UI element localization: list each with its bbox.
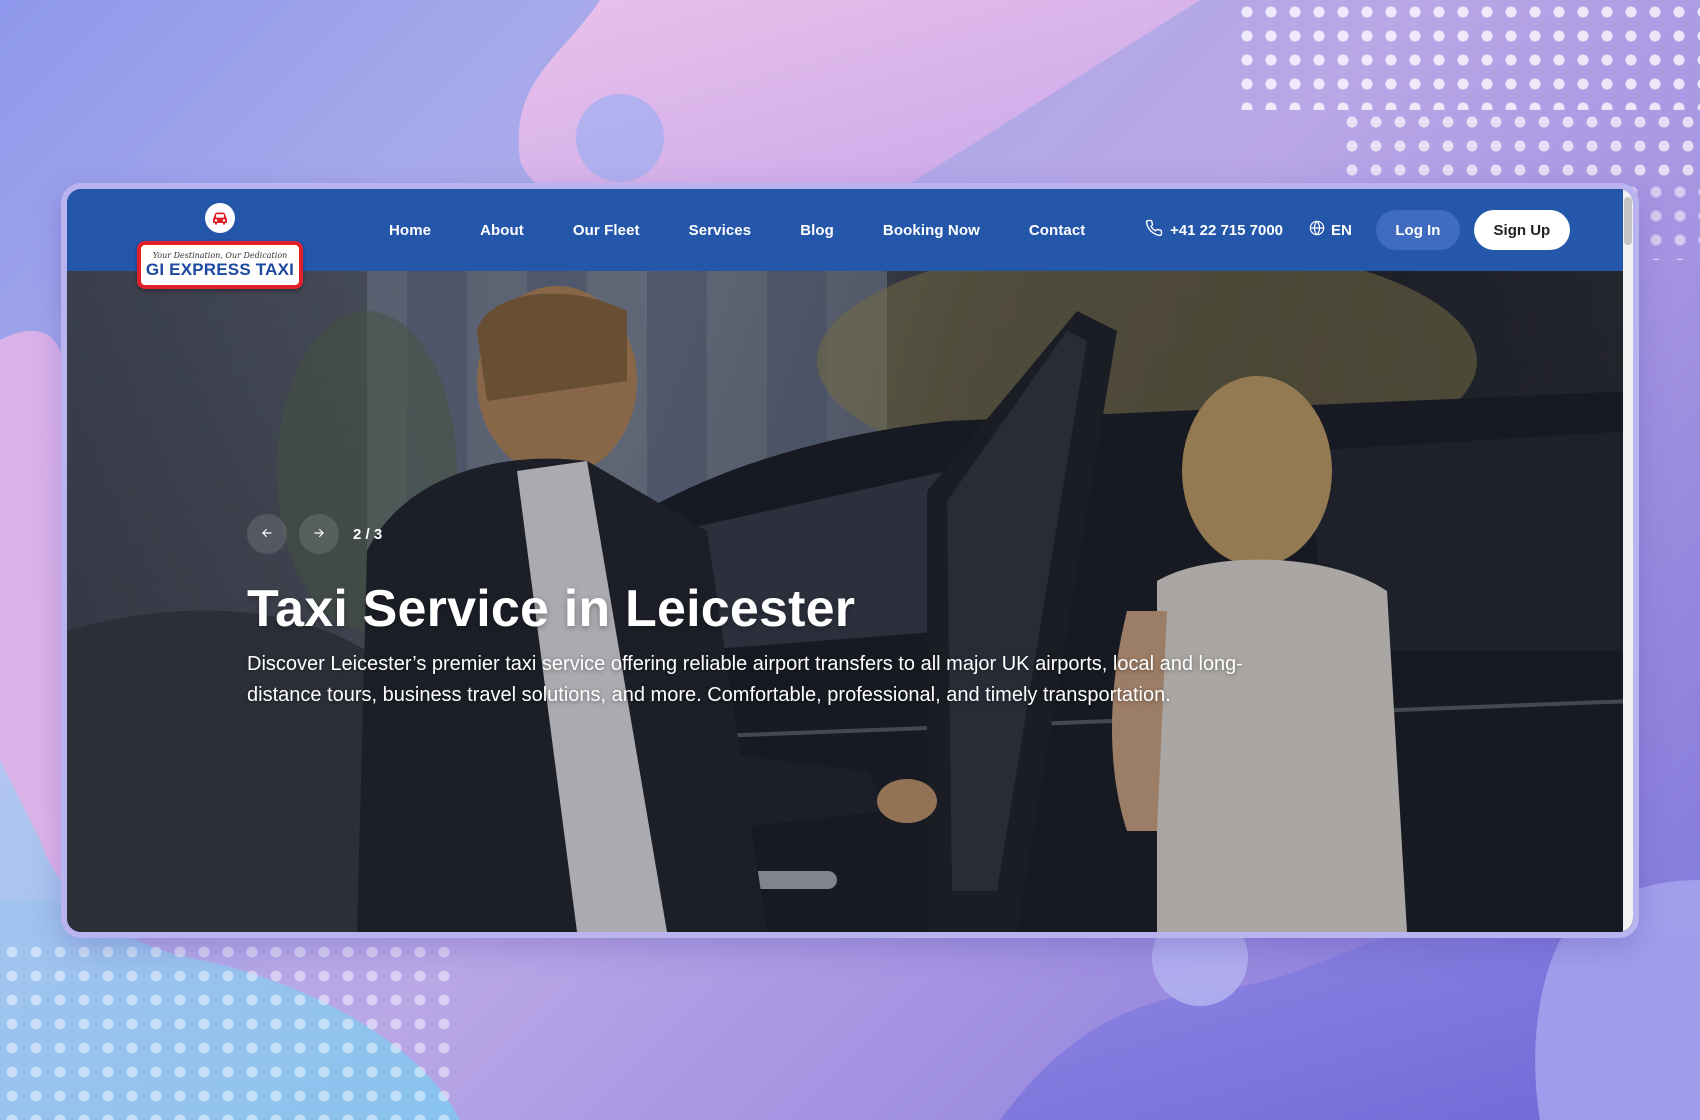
phone-icon	[1145, 219, 1170, 241]
slider-prev-button[interactable]	[247, 514, 287, 554]
slide-counter: 2 / 3	[353, 525, 383, 543]
signup-button[interactable]: Sign Up	[1473, 210, 1570, 250]
nav-item-contact[interactable]: Contact	[1029, 222, 1086, 239]
site-header: Your Destination, Our Dedication GI EXPR…	[67, 189, 1633, 289]
brand-name: GI EXPRESS TAXI	[145, 259, 295, 279]
arrow-right-icon	[312, 526, 326, 543]
nav-item-about[interactable]: About	[480, 222, 524, 239]
website-viewport: Your Destination, Our Dedication GI EXPR…	[67, 189, 1633, 932]
nav-item-services[interactable]: Services	[689, 222, 752, 239]
arrow-left-icon	[260, 526, 274, 543]
header-actions: +41 22 715 7000 EN Log In Sign Up	[1145, 189, 1570, 271]
login-button[interactable]: Log In	[1375, 210, 1460, 250]
nav-item-our-fleet[interactable]: Our Fleet	[573, 222, 640, 239]
logo-badge: Your Destination, Our Dedication GI EXPR…	[137, 241, 303, 289]
language-code: EN	[1331, 221, 1352, 239]
hero-slider: 2 / 3 Taxi Service in Leicester Discover…	[67, 271, 1633, 932]
browser-frame: Your Destination, Our Dedication GI EXPR…	[61, 183, 1639, 938]
phone-link[interactable]: +41 22 715 7000	[1145, 219, 1283, 241]
nav-item-blog[interactable]: Blog	[800, 222, 834, 239]
dot-pattern-top	[1235, 0, 1700, 110]
slider-next-button[interactable]	[299, 514, 339, 554]
hero-title: Taxi Service in Leicester	[247, 580, 856, 638]
page-scrollbar[interactable]	[1623, 189, 1633, 932]
dot-pattern-bottom	[0, 940, 460, 1120]
brand-tagline: Your Destination, Our Dedication	[152, 250, 288, 260]
phone-number: +41 22 715 7000	[1170, 221, 1284, 239]
dot-pattern-top-2	[1340, 110, 1700, 180]
scrollbar-thumb[interactable]	[1624, 197, 1632, 245]
language-selector[interactable]: EN	[1309, 220, 1352, 240]
globe-icon	[1309, 220, 1331, 240]
hero-content: 2 / 3 Taxi Service in Leicester Discover…	[247, 514, 1267, 711]
nav-item-home[interactable]: Home	[389, 222, 431, 239]
brand-logo[interactable]: Your Destination, Our Dedication GI EXPR…	[137, 203, 303, 289]
hero-description: Discover Leicester’s premier taxi servic…	[247, 653, 1243, 706]
slider-controls: 2 / 3	[247, 514, 1267, 554]
nav-item-booking-now[interactable]: Booking Now	[883, 222, 980, 239]
car-icon	[205, 203, 235, 233]
main-navigation: Home About Our Fleet Services Blog Booki…	[389, 189, 1134, 271]
